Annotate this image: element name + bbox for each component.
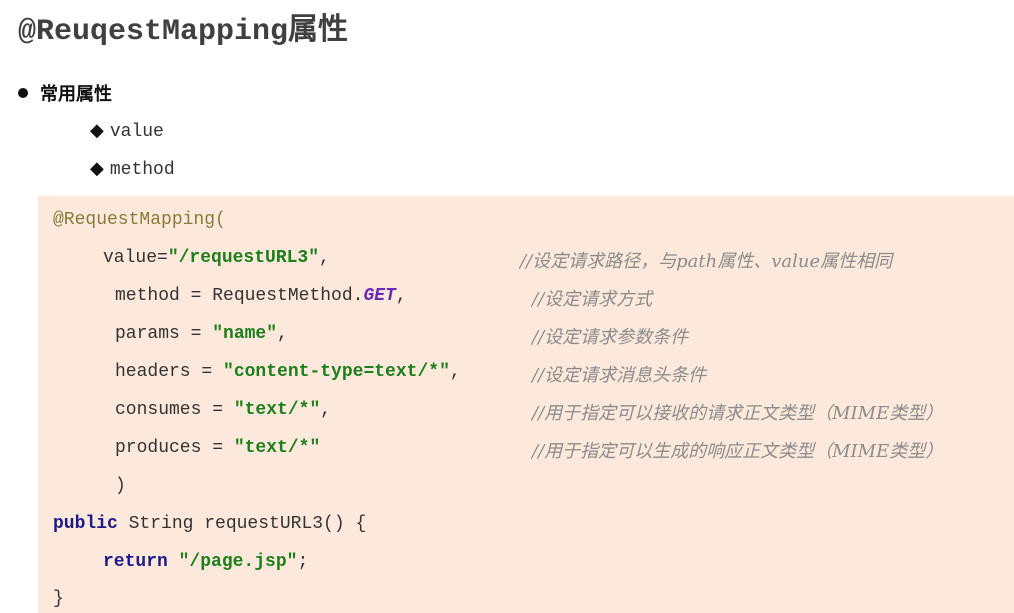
code-block: @RequestMapping( value="/requestURL3", /…: [38, 196, 1014, 613]
diamond-icon: ◆: [90, 158, 104, 179]
code-comment-consumes: //用于指定可以接收的请求正文类型（MIME类型）: [532, 403, 944, 424]
bullet-label: 常用属性: [40, 84, 112, 105]
code-close-paren: ): [115, 476, 126, 496]
code-comment-value: //设定请求路径，与path属性、value属性相同: [520, 251, 893, 272]
code-comment-headers: //设定请求消息头条件: [532, 365, 707, 386]
code-line-produces: produces = "text/*": [115, 438, 321, 458]
code-line-value: value="/requestURL3",: [103, 248, 330, 268]
sub-item-value: ◆ value: [90, 120, 164, 142]
code-line-method: method = RequestMethod.GET,: [115, 286, 407, 306]
sub-item-method: ◆ method: [90, 158, 175, 180]
code-line-params: params = "name",: [115, 324, 288, 344]
code-close-brace: }: [53, 589, 64, 609]
code-method-signature: public String requestURL3() {: [53, 514, 367, 534]
diamond-icon: ◆: [90, 120, 104, 141]
code-comment-params: //设定请求参数条件: [532, 327, 689, 348]
code-line-headers: headers = "content-type=text/*",: [115, 362, 461, 382]
code-comment-produces: //用于指定可以生成的响应正文类型（MIME类型）: [532, 441, 944, 462]
code-return-line: return "/page.jsp";: [103, 552, 309, 572]
code-annotation: @RequestMapping(: [53, 210, 226, 230]
code-line-consumes: consumes = "text/*",: [115, 400, 332, 420]
code-comment-method: //设定请求方式: [532, 289, 653, 310]
page-title: @ReuqestMapping属性: [18, 15, 349, 49]
bullet-heading: 常用属性: [18, 80, 112, 106]
bullet-dot-icon: [18, 88, 28, 98]
